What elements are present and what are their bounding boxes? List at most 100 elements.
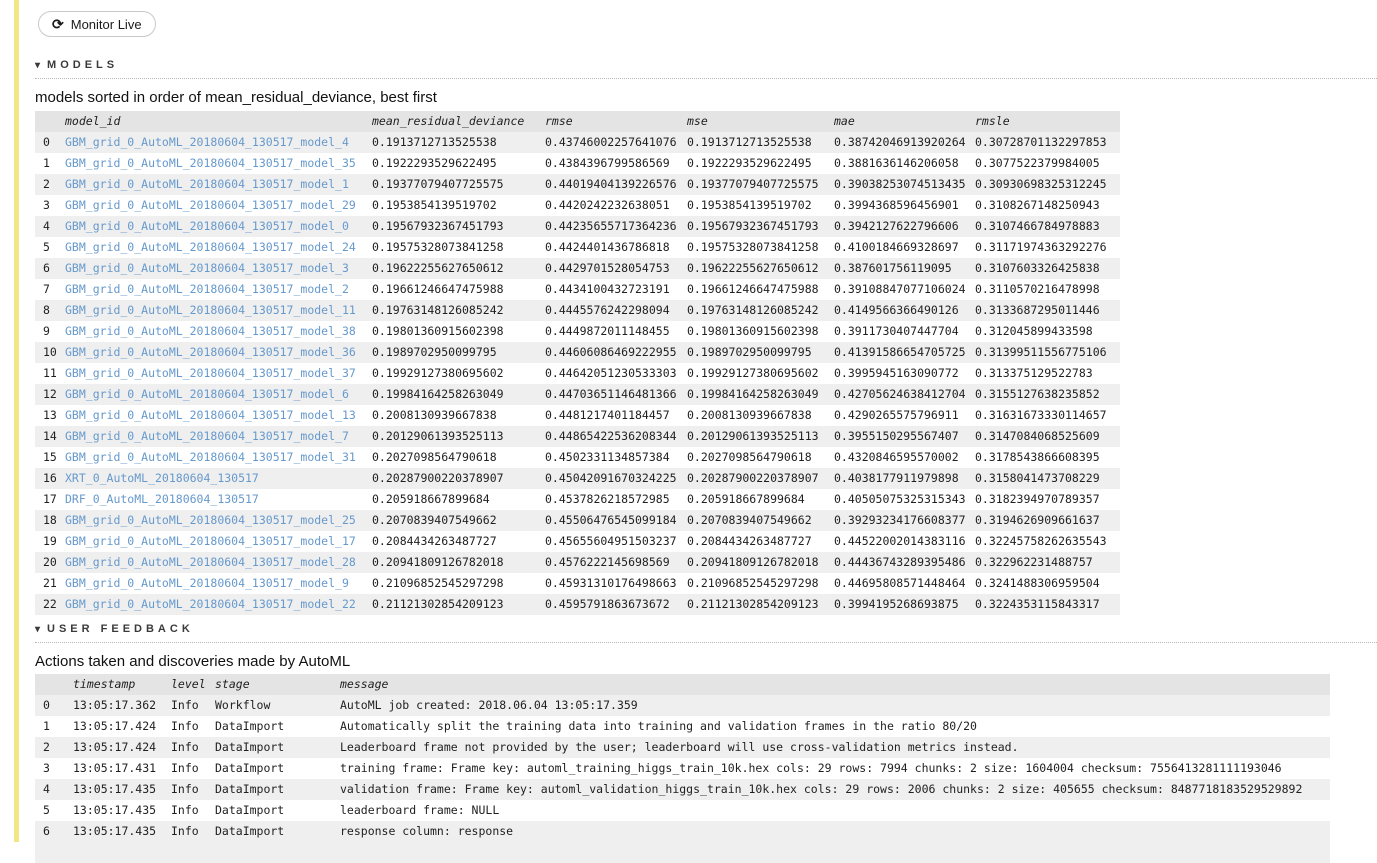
timestamp-cell: 13:05:17.362: [73, 698, 157, 712]
table-row: 4 13:05:17.435 Info DataImport validation fr…: [35, 779, 1330, 800]
mae-cell: 0.3995945163090772: [834, 366, 959, 380]
mae-cell: 0.39293234176608377: [834, 513, 966, 527]
mae-cell: 0.4320846595570002: [834, 450, 959, 464]
model-link[interactable]: GBM_grid_0_AutoML_20180604_130517_model_…: [65, 513, 356, 527]
model-link[interactable]: GBM_grid_0_AutoML_20180604_130517_model_…: [65, 534, 356, 548]
model-link[interactable]: GBM_grid_0_AutoML_20180604_130517_model_…: [65, 240, 356, 254]
row-index: 4: [43, 782, 50, 796]
mae-cell: 0.39038253074513435: [834, 177, 966, 191]
row-index: 0: [43, 698, 50, 712]
mae-cell: 0.4038177911979898: [834, 471, 959, 485]
mean-residual-deviance-cell: 0.19622255627650612: [372, 261, 504, 275]
model-id-cell: GBM_grid_0_AutoML_20180604_130517_model_…: [65, 279, 372, 300]
model-id-cell: GBM_grid_0_AutoML_20180604_130517_model_…: [65, 258, 372, 279]
model-link[interactable]: GBM_grid_0_AutoML_20180604_130517_model_…: [65, 303, 356, 317]
model-link[interactable]: GBM_grid_0_AutoML_20180604_130517_model_…: [65, 345, 356, 359]
model-id-cell: GBM_grid_0_AutoML_20180604_130517_model_…: [65, 216, 372, 237]
rmse-cell: 0.44606086469222955: [545, 345, 677, 359]
model-link[interactable]: GBM_grid_0_AutoML_20180604_130517_model_…: [65, 156, 356, 170]
table-row: 6 GBM_grid_0_AutoML_20180604_130517_model…: [35, 258, 1120, 279]
row-index: 10: [43, 345, 57, 359]
timestamp-cell: 13:05:17.435: [73, 782, 157, 796]
level-cell: Info: [171, 719, 199, 733]
model-id-cell: GBM_grid_0_AutoML_20180604_130517_model_…: [65, 573, 372, 594]
mse-cell: 0.2008130939667838: [687, 408, 812, 422]
models-caption: models sorted in order of mean_residual_…: [35, 89, 437, 106]
models-section-header[interactable]: ▾ MODELS: [35, 59, 1377, 79]
col-rmsle: rmsle: [975, 114, 1010, 128]
row-index: 16: [43, 471, 57, 485]
mae-cell: 0.4290265575796911: [834, 408, 959, 422]
model-id-cell: GBM_grid_0_AutoML_20180604_130517_model_…: [65, 510, 372, 531]
model-id-cell: GBM_grid_0_AutoML_20180604_130517_model_…: [65, 552, 372, 573]
row-index: 19: [43, 534, 57, 548]
model-link[interactable]: GBM_grid_0_AutoML_20180604_130517_model_…: [65, 429, 349, 443]
table-row: 1 GBM_grid_0_AutoML_20180604_130517_model…: [35, 153, 1120, 174]
rmsle-cell: 0.32245758262635543: [975, 534, 1107, 548]
model-id-cell: GBM_grid_0_AutoML_20180604_130517_model_…: [65, 195, 372, 216]
model-link[interactable]: GBM_grid_0_AutoML_20180604_130517_model_…: [65, 282, 349, 296]
mean-residual-deviance-cell: 0.21121302854209123: [372, 597, 504, 611]
mae-cell: 0.38742046913920264: [834, 135, 966, 149]
model-id-cell: GBM_grid_0_AutoML_20180604_130517_model_…: [65, 132, 372, 153]
mean-residual-deviance-cell: 0.1922293529622495: [372, 156, 497, 170]
stage-cell: DataImport: [215, 803, 285, 817]
mae-cell: 0.3994195268693875: [834, 597, 959, 611]
row-index: 22: [43, 597, 57, 611]
stage-cell: DataImport: [215, 719, 285, 733]
models-section-title: MODELS: [47, 59, 119, 71]
mae-cell: 0.3994368596456901: [834, 198, 959, 212]
mae-cell: 0.44436743289395486: [834, 555, 966, 569]
table-row: 20 GBM_grid_0_AutoML_20180604_130517_mode…: [35, 552, 1120, 573]
row-index: 18: [43, 513, 57, 527]
rmsle-cell: 0.313375129522783: [975, 366, 1093, 380]
mse-cell: 0.1953854139519702: [687, 198, 812, 212]
model-link[interactable]: GBM_grid_0_AutoML_20180604_130517_model_…: [65, 576, 349, 590]
rmsle-cell: 0.3241488306959504: [975, 576, 1100, 590]
model-link[interactable]: GBM_grid_0_AutoML_20180604_130517_model_…: [65, 366, 356, 380]
mean-residual-deviance-cell: 0.19661246647475988: [372, 282, 504, 296]
rmse-cell: 0.4424401436786818: [545, 240, 670, 254]
mean-residual-deviance-cell: 0.19929127380695602: [372, 366, 504, 380]
model-link[interactable]: GBM_grid_0_AutoML_20180604_130517_model_…: [65, 261, 349, 275]
rmse-cell: 0.4595791863673672: [545, 597, 670, 611]
model-link[interactable]: GBM_grid_0_AutoML_20180604_130517_model_…: [65, 219, 349, 233]
rmsle-cell: 0.3178543866608395: [975, 450, 1100, 464]
model-link[interactable]: GBM_grid_0_AutoML_20180604_130517_model_…: [65, 555, 356, 569]
model-id-cell: GBM_grid_0_AutoML_20180604_130517_model_…: [65, 237, 372, 258]
model-link[interactable]: GBM_grid_0_AutoML_20180604_130517_model_…: [65, 408, 356, 422]
model-link[interactable]: GBM_grid_0_AutoML_20180604_130517_model_…: [65, 450, 356, 464]
mse-cell: 0.1989702950099795: [687, 345, 812, 359]
mean-residual-deviance-cell: 0.205918667899684: [372, 492, 490, 506]
rmsle-cell: 0.3107466784978883: [975, 219, 1100, 233]
row-index: 4: [43, 219, 50, 233]
model-link[interactable]: GBM_grid_0_AutoML_20180604_130517_model_…: [65, 135, 349, 149]
model-link[interactable]: GBM_grid_0_AutoML_20180604_130517_model_…: [65, 177, 349, 191]
mae-cell: 0.41391586654705725: [834, 345, 966, 359]
table-row: 8 GBM_grid_0_AutoML_20180604_130517_model…: [35, 300, 1120, 321]
model-link[interactable]: DRF_0_AutoML_20180604_130517: [65, 492, 259, 506]
model-link[interactable]: GBM_grid_0_AutoML_20180604_130517_model_…: [65, 198, 356, 212]
message-cell: training frame: Frame key: automl_traini…: [340, 761, 1282, 775]
rmsle-cell: 0.3107603326425838: [975, 261, 1100, 275]
rmse-cell: 0.45506476545099184: [545, 513, 677, 527]
mse-cell: 0.19661246647475988: [687, 282, 819, 296]
col-stage: stage: [215, 677, 250, 691]
mean-residual-deviance-cell: 0.19575328073841258: [372, 240, 504, 254]
rmse-cell: 0.4429701528054753: [545, 261, 670, 275]
table-row: 15 GBM_grid_0_AutoML_20180604_130517_mode…: [35, 447, 1120, 468]
model-link[interactable]: GBM_grid_0_AutoML_20180604_130517_model_…: [65, 597, 356, 611]
rmse-cell: 0.4445576242298094: [545, 303, 670, 317]
monitor-live-button[interactable]: ⟳ Monitor Live: [38, 11, 156, 37]
table-row: 11 GBM_grid_0_AutoML_20180604_130517_mode…: [35, 363, 1120, 384]
stage-cell: DataImport: [215, 761, 285, 775]
row-index: 1: [43, 156, 50, 170]
model-link[interactable]: XRT_0_AutoML_20180604_130517: [65, 471, 259, 485]
mae-cell: 0.387601756119095: [834, 261, 952, 275]
row-index: 21: [43, 576, 57, 590]
timestamp-cell: 13:05:17.431: [73, 761, 157, 775]
models-table-header: model_id mean_residual_deviance rmse mse…: [35, 111, 1120, 132]
model-link[interactable]: GBM_grid_0_AutoML_20180604_130517_model_…: [65, 324, 356, 338]
user-feedback-section-header[interactable]: ▾ USER FEEDBACK: [35, 623, 1377, 643]
model-link[interactable]: GBM_grid_0_AutoML_20180604_130517_model_…: [65, 387, 349, 401]
